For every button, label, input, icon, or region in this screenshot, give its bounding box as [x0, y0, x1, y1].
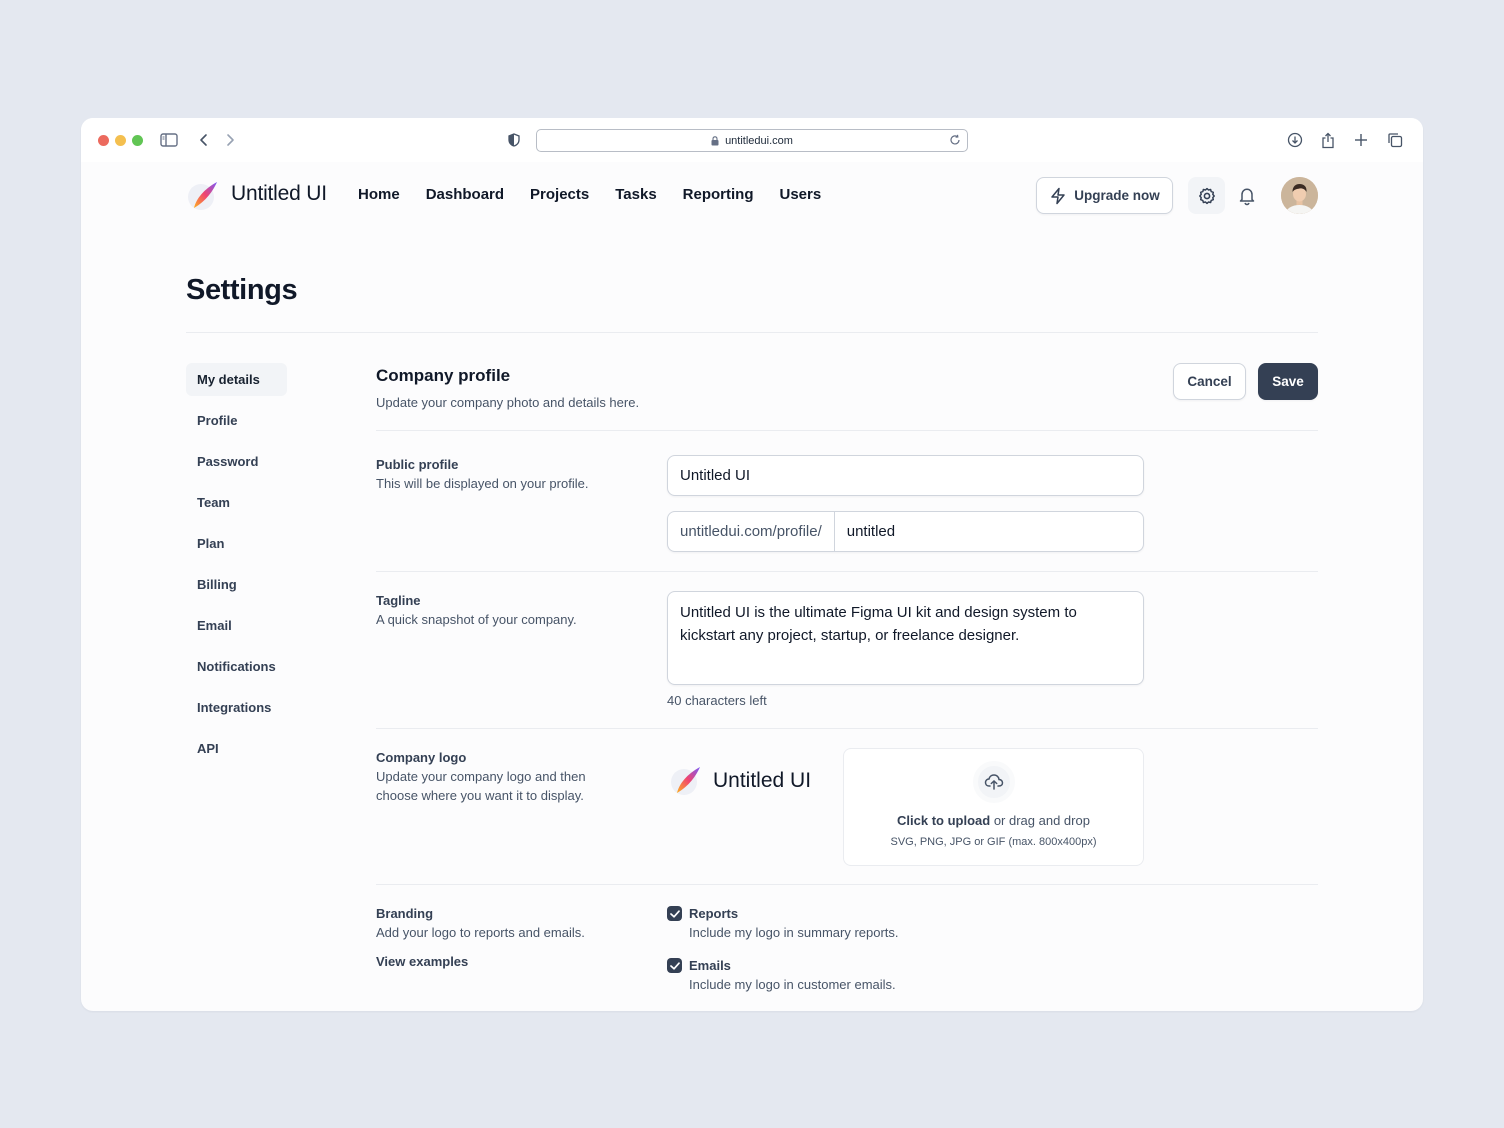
upload-formats: SVG, PNG, JPG or GIF (max. 800x400px): [890, 836, 1097, 848]
upload-instructions: Click to upload or drag and drop: [844, 813, 1143, 828]
download-icon[interactable]: [1285, 130, 1305, 150]
company-name-value: Untitled UI: [680, 467, 751, 484]
tagline-label: Tagline: [376, 593, 421, 608]
section-divider: [376, 430, 1318, 431]
section-title: Company profile: [376, 366, 511, 385]
branding-label: Branding: [376, 906, 434, 921]
reports-checkbox-help: Include my logo in summary reports.: [689, 925, 899, 940]
close-window-button[interactable]: [98, 135, 109, 146]
company-name-input[interactable]: Untitled UI: [667, 455, 1144, 496]
company-logo-label: Company logo: [376, 750, 467, 765]
upload-icon-ring: [973, 761, 1015, 803]
reports-checkbox-label[interactable]: Reports: [689, 906, 738, 921]
lightning-icon: [1051, 187, 1065, 204]
cancel-button[interactable]: Cancel: [1173, 363, 1246, 400]
nav-users[interactable]: Users: [780, 186, 822, 203]
page-title: Settings: [186, 274, 298, 306]
sidenav-item-profile[interactable]: Profile: [186, 404, 287, 437]
sidenav-item-api[interactable]: API: [186, 732, 287, 765]
profile-url-value: untitled: [846, 523, 896, 540]
nav-projects[interactable]: Projects: [530, 186, 589, 203]
emails-checkbox-label[interactable]: Emails: [689, 958, 731, 973]
check-icon: [669, 961, 680, 970]
settings-button[interactable]: [1188, 177, 1225, 214]
row-divider: [376, 884, 1318, 885]
sidenav-item-notifications[interactable]: Notifications: [186, 650, 287, 683]
title-divider: [186, 332, 1318, 333]
row-divider: [376, 728, 1318, 729]
maximize-window-button[interactable]: [132, 135, 143, 146]
gear-icon: [1198, 187, 1215, 204]
logo-upload-dropzone[interactable]: Click to upload or drag and drop SVG, PN…: [843, 748, 1144, 866]
notifications-button[interactable]: [1228, 177, 1265, 214]
profile-url-input[interactable]: untitledui.com/profile/ untitled: [667, 511, 1144, 552]
sidenav-item-billing[interactable]: Billing: [186, 568, 287, 601]
reload-icon[interactable]: [949, 134, 961, 146]
browser-toolbar: untitledui.com: [81, 118, 1423, 162]
sidenav-item-team[interactable]: Team: [186, 486, 287, 519]
company-logo-help: Update your company logo and then choose…: [376, 769, 586, 803]
public-profile-help: This will be displayed on your profile.: [376, 476, 589, 491]
upgrade-button[interactable]: Upgrade now: [1036, 177, 1173, 214]
check-icon: [669, 909, 680, 918]
sidenav-item-my-details[interactable]: My details: [186, 363, 287, 396]
brand-logo-icon[interactable]: [186, 179, 220, 213]
view-examples-link[interactable]: View examples: [376, 954, 468, 969]
nav-dashboard[interactable]: Dashboard: [426, 186, 504, 203]
url-text: untitledui.com: [725, 134, 793, 147]
minimize-window-button[interactable]: [115, 135, 126, 146]
upload-cloud-icon: [984, 774, 1004, 790]
bell-icon: [1239, 188, 1254, 205]
emails-checkbox-help: Include my logo in customer emails.: [689, 977, 896, 992]
tabs-overview-icon[interactable]: [1385, 130, 1405, 150]
section-subtitle: Update your company photo and details he…: [376, 395, 640, 410]
tagline-textarea[interactable]: Untitled UI is the ultimate Figma UI kit…: [667, 591, 1144, 685]
emails-checkbox[interactable]: [667, 958, 682, 973]
row-divider: [376, 571, 1318, 572]
upgrade-label: Upgrade now: [1074, 188, 1160, 203]
company-logo-preview-icon: [671, 767, 700, 795]
lock-icon: [711, 135, 719, 145]
reports-checkbox[interactable]: [667, 906, 682, 921]
sidebar-toggle-icon[interactable]: [159, 130, 179, 150]
tagline-char-count: 40 characters left: [667, 693, 767, 708]
user-avatar[interactable]: [1281, 177, 1318, 214]
nav-tasks[interactable]: Tasks: [615, 186, 656, 203]
forward-icon[interactable]: [220, 130, 240, 150]
profile-url-prefix: untitledui.com/profile/: [668, 512, 835, 551]
sidenav-item-email[interactable]: Email: [186, 609, 287, 642]
sidenav-item-password[interactable]: Password: [186, 445, 287, 478]
click-to-upload-link[interactable]: Click to upload: [897, 813, 990, 828]
branding-help: Add your logo to reports and emails.: [376, 925, 585, 940]
public-profile-label: Public profile: [376, 457, 459, 472]
browser-window: untitledui.com Untitled UI Home Dashboar…: [81, 118, 1423, 1011]
nav-home[interactable]: Home: [358, 186, 400, 203]
sidenav-item-plan[interactable]: Plan: [186, 527, 287, 560]
save-button[interactable]: Save: [1258, 363, 1318, 400]
tagline-help: A quick snapshot of your company.: [376, 612, 577, 627]
settings-sidenav: My details Profile Password Team Plan Bi…: [186, 363, 287, 773]
new-tab-icon[interactable]: [1351, 130, 1371, 150]
share-icon[interactable]: [1318, 130, 1338, 150]
sidenav-item-integrations[interactable]: Integrations: [186, 691, 287, 724]
nav-reporting[interactable]: Reporting: [683, 186, 754, 203]
address-bar[interactable]: untitledui.com: [536, 129, 968, 152]
main-nav: Home Dashboard Projects Tasks Reporting …: [358, 186, 821, 203]
brand-name[interactable]: Untitled UI: [231, 182, 327, 206]
back-icon[interactable]: [194, 130, 214, 150]
company-logo-preview-text: Untitled UI: [713, 769, 812, 792]
upload-drag-text: or drag and drop: [990, 813, 1090, 828]
shield-icon[interactable]: [504, 130, 524, 150]
